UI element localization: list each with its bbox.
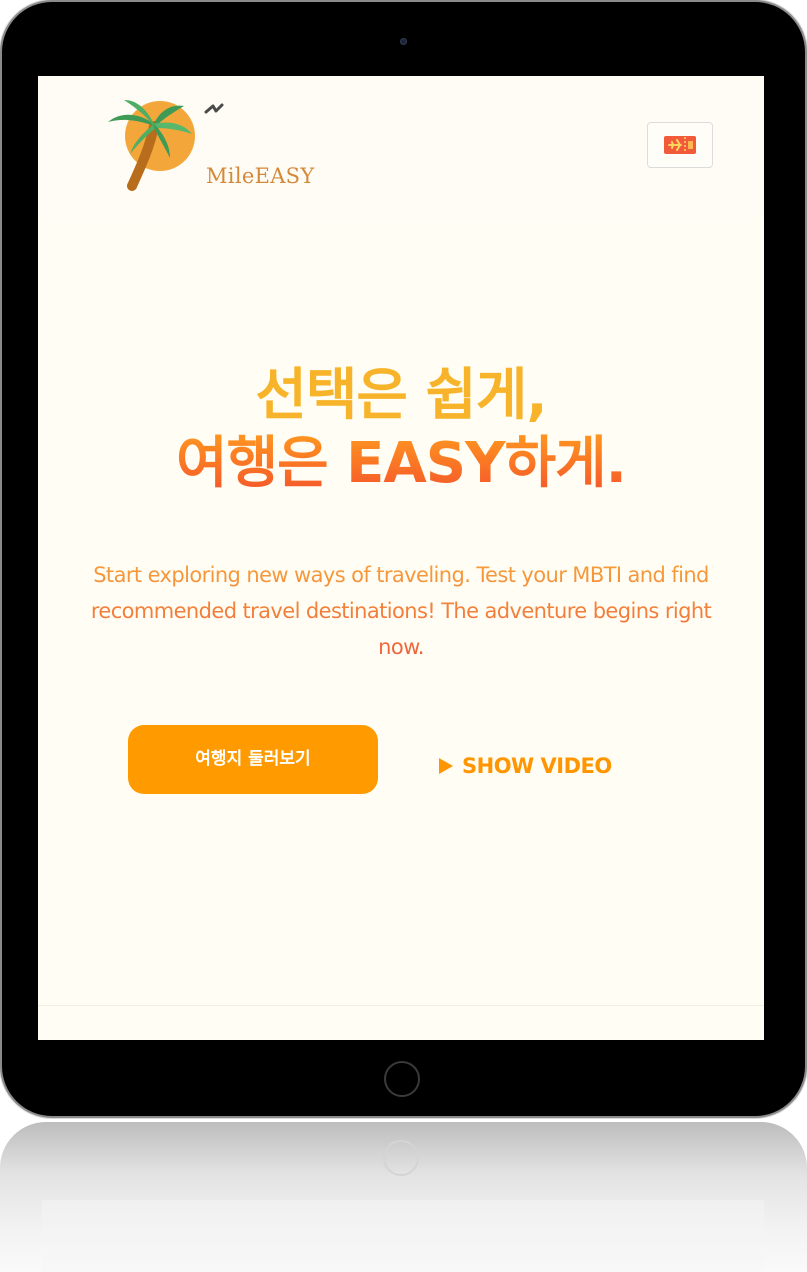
explore-destinations-button[interactable]: 여행지 둘러보기 bbox=[128, 725, 378, 794]
site-header: MileEASY bbox=[38, 76, 764, 218]
hero-subtitle: Start exploring new ways of traveling. T… bbox=[82, 557, 720, 665]
brand-name: MileEASY bbox=[206, 164, 315, 188]
show-video-link[interactable]: SHOW VIDEO bbox=[438, 752, 612, 780]
reflection-home-button bbox=[383, 1140, 419, 1176]
next-section bbox=[38, 1006, 764, 1040]
brand-logo[interactable]: MileEASY bbox=[80, 94, 314, 198]
hero-section: 선택은 쉽게, 여행은 EASY하게. Start exploring new … bbox=[38, 218, 764, 1005]
show-video-label: SHOW VIDEO bbox=[462, 754, 612, 778]
headline-line-1: 선택은 쉽게, bbox=[255, 363, 547, 428]
device-reflection bbox=[0, 1122, 807, 1272]
reflection-screen bbox=[42, 1200, 764, 1272]
stage: MileEASY 선택은 쉽게, 여행은 EASY하게. Start explo… bbox=[0, 0, 807, 1272]
tablet-screen: MileEASY 선택은 쉽게, 여행은 EASY하게. Start explo… bbox=[38, 76, 764, 1040]
front-camera bbox=[400, 38, 407, 45]
home-button[interactable] bbox=[384, 1061, 420, 1097]
hero-headline: 선택은 쉽게, 여행은 EASY하게. bbox=[38, 362, 764, 498]
plane-ticket-icon bbox=[664, 136, 696, 154]
ticket-menu-button[interactable] bbox=[647, 122, 713, 168]
headline-line-2: 여행은 EASY하게. bbox=[38, 430, 764, 498]
play-icon bbox=[439, 758, 453, 774]
